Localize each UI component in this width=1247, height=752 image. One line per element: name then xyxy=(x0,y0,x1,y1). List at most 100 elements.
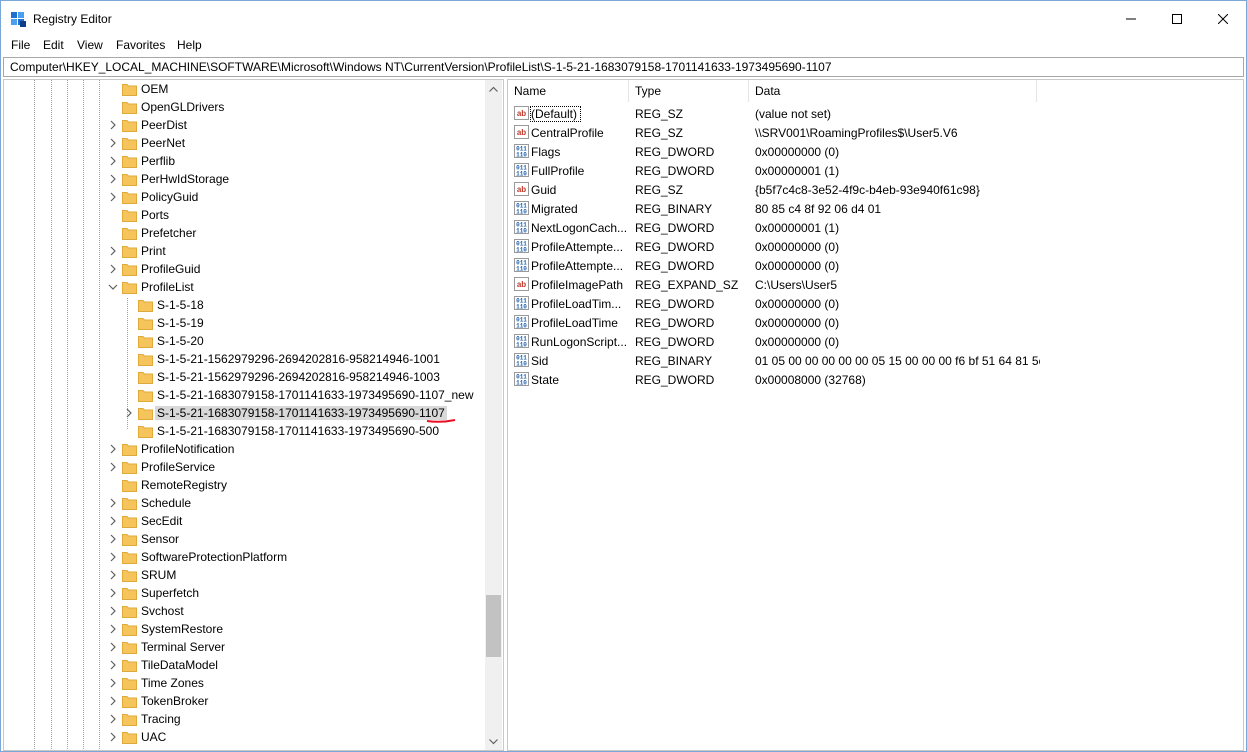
maximize-button[interactable] xyxy=(1154,1,1200,37)
tree-node[interactable]: UAC xyxy=(4,728,484,746)
scroll-thumb[interactable] xyxy=(486,595,501,657)
tree-node[interactable]: Terminal Server xyxy=(4,638,484,656)
address-bar[interactable]: Computer\HKEY_LOCAL_MACHINE\SOFTWARE\Mic… xyxy=(3,57,1244,77)
tree-node[interactable]: SecEdit xyxy=(4,512,484,530)
tree-node[interactable]: PolicyGuid xyxy=(4,188,484,206)
value-row[interactable]: ab CentralProfile REG_SZ \\SRV001\RoamingPr… xyxy=(508,123,1243,142)
value-name: Flags xyxy=(531,145,561,159)
value-row[interactable]: 011 110 Sid REG_BINARY 01 05 00 00 00 00 00 … xyxy=(508,351,1243,370)
tree-node[interactable]: Tracing xyxy=(4,710,484,728)
tree-node[interactable]: ProfileService xyxy=(4,458,484,476)
tree-node[interactable]: TileDataModel xyxy=(4,656,484,674)
column-header-type[interactable]: Type xyxy=(629,80,749,102)
tree-node[interactable]: ProfileGuid xyxy=(4,260,484,278)
tree-node[interactable]: Print xyxy=(4,242,484,260)
value-row[interactable]: ab Guid REG_SZ {b5f7c4c8-3e52-4f9c-b4eb-93e… xyxy=(508,180,1243,199)
scroll-up-button[interactable] xyxy=(485,80,502,97)
minimize-button[interactable] xyxy=(1108,1,1154,37)
chevron-right-icon[interactable] xyxy=(108,461,118,473)
tree-node[interactable]: S-1-5-21-1562979296-2694202816-958214946… xyxy=(4,368,484,386)
window-title: Registry Editor xyxy=(33,12,112,26)
value-row[interactable]: 011 110 State REG_DWORD 0x00008000 (32768) xyxy=(508,370,1243,389)
values-list-pane[interactable]: Name Type Data ab (Default) REG_SZ (value n… xyxy=(507,79,1244,751)
tree-node[interactable]: SystemRestore xyxy=(4,620,484,638)
tree-node[interactable]: Prefetcher xyxy=(4,224,484,242)
chevron-right-icon[interactable] xyxy=(108,641,118,653)
value-type: REG_DWORD xyxy=(635,164,715,178)
tree-node[interactable]: Ports xyxy=(4,206,484,224)
value-row[interactable]: 011 110 ProfileAttempte... REG_DWORD 0x00000… xyxy=(508,237,1243,256)
chevron-right-icon[interactable] xyxy=(108,263,118,275)
key-tree-pane[interactable]: OEM OpenGLDrivers PeerDist PeerNet Perflib Pe… xyxy=(3,79,504,751)
address-path: Computer\HKEY_LOCAL_MACHINE\SOFTWARE\Mic… xyxy=(10,60,832,74)
chevron-right-icon[interactable] xyxy=(108,515,118,527)
chevron-right-icon[interactable] xyxy=(108,605,118,617)
tree-node[interactable]: S-1-5-19 xyxy=(4,314,484,332)
tree-node[interactable]: S-1-5-21-1562979296-2694202816-958214946… xyxy=(4,350,484,368)
tree-node[interactable]: ProfileNotification xyxy=(4,440,484,458)
tree-node[interactable]: Sensor xyxy=(4,530,484,548)
value-row[interactable]: ab ProfileImagePath REG_EXPAND_SZ C:\Users\… xyxy=(508,275,1243,294)
chevron-right-icon[interactable] xyxy=(108,497,118,509)
tree-node[interactable]: S-1-5-21-1683079158-1701141633-197349569… xyxy=(4,404,484,422)
tree-node[interactable]: ProfileList xyxy=(4,278,484,296)
tree-node[interactable]: S-1-5-21-1683079158-1701141633-197349569… xyxy=(4,386,484,404)
value-row[interactable]: ab (Default) REG_SZ (value not set) xyxy=(508,104,1243,123)
value-row[interactable]: 011 110 ProfileLoadTime REG_DWORD 0x00000000… xyxy=(508,313,1243,332)
tree-node[interactable]: S-1-5-21-1683079158-1701141633-197349569… xyxy=(4,422,484,440)
chevron-right-icon[interactable] xyxy=(108,137,118,149)
chevron-right-icon[interactable] xyxy=(108,443,118,455)
tree-node[interactable]: SRUM xyxy=(4,566,484,584)
chevron-right-icon[interactable] xyxy=(108,623,118,635)
tree-node[interactable]: Svchost xyxy=(4,602,484,620)
chevron-right-icon[interactable] xyxy=(108,731,118,743)
chevron-right-icon[interactable] xyxy=(124,407,134,419)
tree-node[interactable]: SoftwareProtectionPlatform xyxy=(4,548,484,566)
value-row[interactable]: 011 110 Migrated REG_BINARY 80 85 c4 8f 92 0… xyxy=(508,199,1243,218)
value-row[interactable]: 011 110 ProfileAttempte... REG_DWORD 0x00000… xyxy=(508,256,1243,275)
value-row[interactable]: 011 110 FullProfile REG_DWORD 0x00000001 (1) xyxy=(508,161,1243,180)
tree-node[interactable]: PeerNet xyxy=(4,134,484,152)
menu-favorites[interactable]: Favorites xyxy=(116,38,165,52)
value-row[interactable]: 011 110 NextLogonCach... REG_DWORD 0x0000000… xyxy=(508,218,1243,237)
chevron-right-icon[interactable] xyxy=(108,191,118,203)
scroll-down-button[interactable] xyxy=(485,733,502,750)
chevron-right-icon[interactable] xyxy=(108,659,118,671)
tree-node[interactable]: TokenBroker xyxy=(4,692,484,710)
chevron-right-icon[interactable] xyxy=(108,173,118,185)
tree-node[interactable]: PerHwIdStorage xyxy=(4,170,484,188)
value-row[interactable]: 011 110 RunLogonScript... REG_DWORD 0x000000… xyxy=(508,332,1243,351)
chevron-right-icon[interactable] xyxy=(108,155,118,167)
chevron-right-icon[interactable] xyxy=(108,713,118,725)
tree-node[interactable]: OpenGLDrivers xyxy=(4,98,484,116)
tree-node[interactable]: Perflib xyxy=(4,152,484,170)
chevron-right-icon[interactable] xyxy=(108,533,118,545)
menu-help[interactable]: Help xyxy=(177,38,202,52)
column-header-name[interactable]: Name xyxy=(508,80,629,102)
tree-node[interactable]: OEM xyxy=(4,80,484,98)
column-header-data[interactable]: Data xyxy=(749,80,1037,102)
chevron-right-icon[interactable] xyxy=(108,587,118,599)
chevron-right-icon[interactable] xyxy=(108,569,118,581)
tree-node[interactable]: Schedule xyxy=(4,494,484,512)
close-button[interactable] xyxy=(1200,1,1246,37)
tree-vertical-scrollbar[interactable] xyxy=(485,80,502,750)
menu-edit[interactable]: Edit xyxy=(43,38,64,52)
chevron-right-icon[interactable] xyxy=(108,245,118,257)
tree-node[interactable]: Time Zones xyxy=(4,674,484,692)
chevron-right-icon[interactable] xyxy=(108,695,118,707)
tree-node[interactable]: S-1-5-18 xyxy=(4,296,484,314)
menu-view[interactable]: View xyxy=(77,38,103,52)
menu-file[interactable]: File xyxy=(11,38,30,52)
tree-node[interactable]: RemoteRegistry xyxy=(4,476,484,494)
title-bar[interactable]: Registry Editor xyxy=(1,1,1246,37)
tree-node[interactable]: PeerDist xyxy=(4,116,484,134)
value-row[interactable]: 011 110 Flags REG_DWORD 0x00000000 (0) xyxy=(508,142,1243,161)
tree-node[interactable]: S-1-5-20 xyxy=(4,332,484,350)
chevron-right-icon[interactable] xyxy=(108,119,118,131)
chevron-right-icon[interactable] xyxy=(108,551,118,563)
tree-node[interactable]: Superfetch xyxy=(4,584,484,602)
value-row[interactable]: 011 110 ProfileLoadTim... REG_DWORD 0x000000… xyxy=(508,294,1243,313)
chevron-right-icon[interactable] xyxy=(108,677,118,689)
chevron-down-icon[interactable] xyxy=(108,281,118,293)
